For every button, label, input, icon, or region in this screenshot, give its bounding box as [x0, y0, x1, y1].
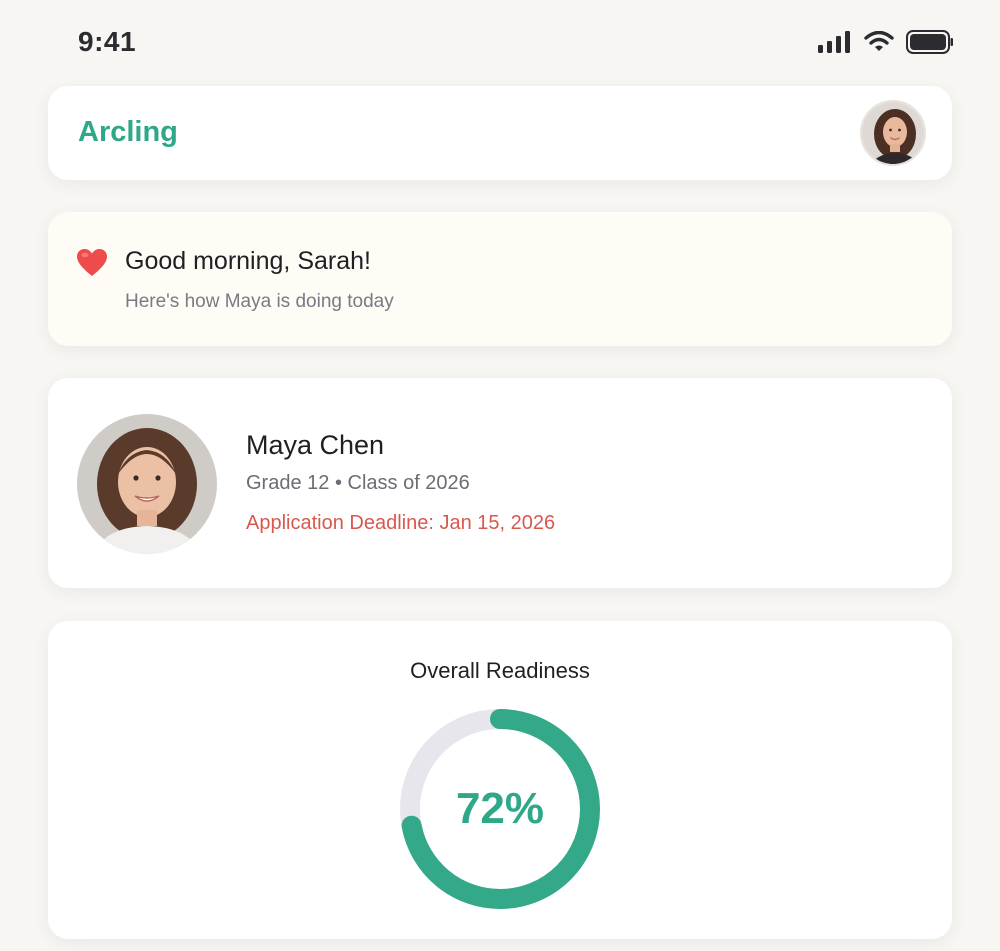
- parent-avatar[interactable]: [860, 100, 926, 166]
- wifi-icon: [864, 31, 894, 51]
- status-bar: 9:41: [0, 0, 1000, 86]
- greeting-title: Good morning, Sarah!: [125, 247, 371, 275]
- greeting-card: Good morning, Sarah! Here's how Maya is …: [48, 212, 952, 346]
- status-time: 9:41: [78, 26, 137, 57]
- student-card[interactable]: Maya Chen Grade 12 • Class of 2026 Appli…: [48, 378, 952, 588]
- readiness-ring: 72%: [398, 707, 602, 911]
- signal-icon: [818, 31, 850, 53]
- readiness-title: Overall Readiness: [410, 658, 590, 683]
- brand-logo[interactable]: Arcling: [78, 116, 178, 149]
- battery-icon: [906, 30, 953, 54]
- status-icons: [818, 30, 954, 54]
- student-name: Maya Chen: [246, 430, 385, 460]
- student-photo: [77, 414, 217, 554]
- readiness-card[interactable]: Overall Readiness 72%: [48, 621, 952, 939]
- readiness-percent: 72%: [455, 784, 545, 833]
- heart-icon: [77, 249, 107, 276]
- student-grade: Grade 12 • Class of 2026: [246, 472, 470, 494]
- app-header: Arcling: [48, 86, 952, 180]
- application-deadline: Application Deadline: Jan 15, 2026: [246, 512, 556, 534]
- greeting-subtitle: Here's how Maya is doing today: [125, 291, 394, 312]
